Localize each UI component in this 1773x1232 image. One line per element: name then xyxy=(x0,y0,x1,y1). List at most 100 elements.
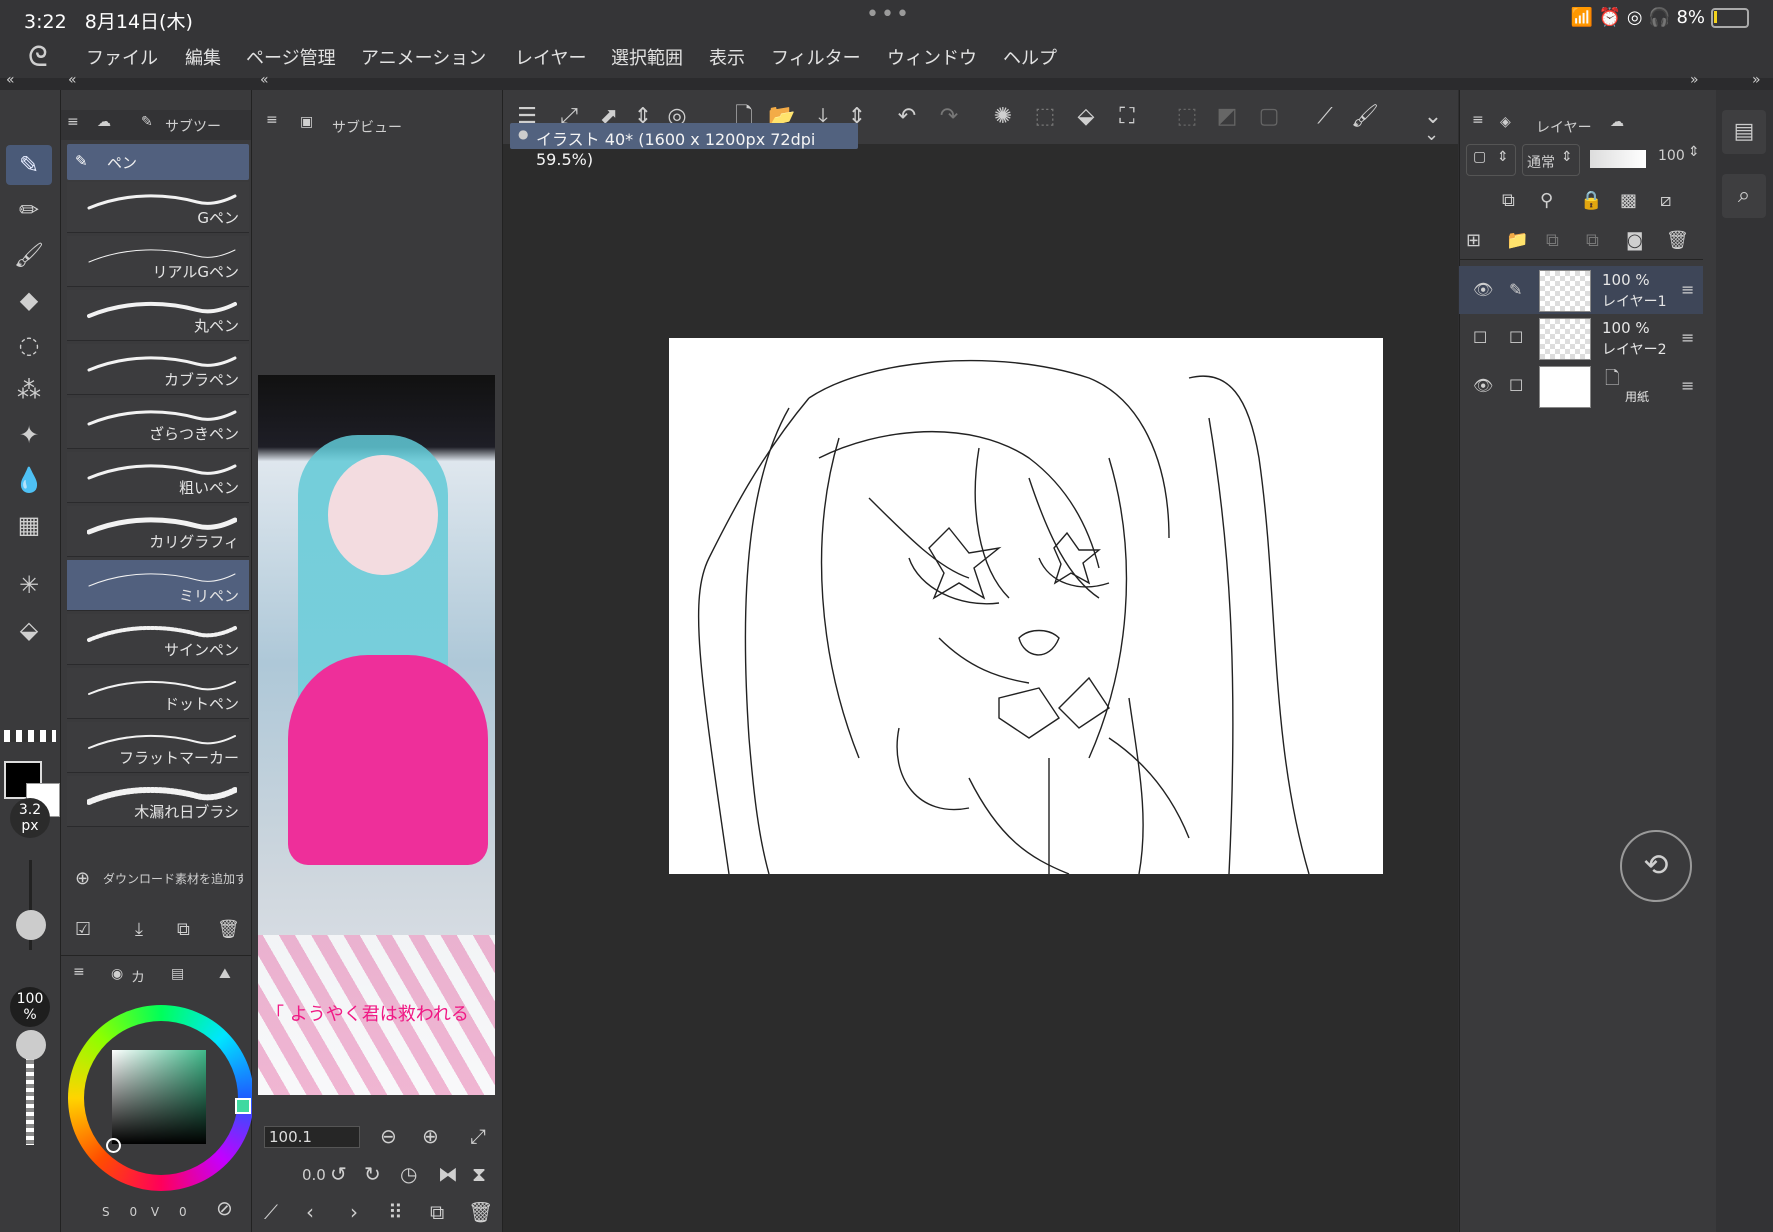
search-icon[interactable]: ⌕ xyxy=(1722,174,1766,218)
saturation-value-square[interactable] xyxy=(112,1050,206,1144)
zoom-out-icon[interactable]: ⊖ xyxy=(380,1124,397,1148)
eraser-tool-icon[interactable]: ◆ xyxy=(6,280,52,320)
import-icon[interactable]: ⤓ xyxy=(135,919,143,940)
color-history-tab-icon[interactable]: ▤ xyxy=(171,966,184,982)
reference-layer-icon[interactable]: ⚲ xyxy=(1540,190,1553,211)
brush-item[interactable]: リアルGペン xyxy=(67,236,249,287)
brush-item[interactable]: Gペン xyxy=(67,182,249,233)
menu-filter[interactable]: フィルター xyxy=(771,44,861,70)
menu-page[interactable]: ページ管理 xyxy=(246,44,336,70)
subview-zoom-field[interactable]: 100.1 xyxy=(264,1126,360,1148)
download-material-button[interactable]: ⊕ ダウンロード素材を追加す xyxy=(67,860,249,896)
collapse-right-icon[interactable]: » xyxy=(1690,72,1699,88)
menu-view[interactable]: 表示 xyxy=(709,44,745,70)
color-wheel-tab-icon[interactable]: ◉ xyxy=(111,966,123,982)
app-logo-icon[interactable]: ᘓ xyxy=(28,40,48,74)
import-image-icon[interactable]: ⧉ xyxy=(430,1200,444,1224)
multitask-dots-icon[interactable]: ••• xyxy=(866,2,911,27)
brush-tool-icon[interactable]: 🖌 xyxy=(6,235,52,275)
brush-item[interactable]: 粗いペン xyxy=(67,452,249,503)
grid-view-icon[interactable]: ⠿ xyxy=(388,1200,403,1224)
fill-icon[interactable]: ⬙ xyxy=(1070,102,1102,132)
transfer-down-icon[interactable]: ⧉ xyxy=(1546,230,1559,251)
chevron-down-icon[interactable]: ⌄ xyxy=(1424,124,1439,145)
reset-rotation-icon[interactable]: ◷ xyxy=(400,1162,417,1186)
brush-item[interactable]: フラットマーカー xyxy=(67,722,249,773)
duplicate-icon[interactable]: ⧉ xyxy=(177,919,190,940)
zoom-in-icon[interactable]: ⊕ xyxy=(422,1124,439,1148)
color-set-tab-icon[interactable]: ⛰ xyxy=(219,966,231,982)
panel-menu-icon[interactable]: ≡ xyxy=(67,114,79,130)
rotate-canvas-button[interactable]: ⟲ xyxy=(1620,830,1692,902)
clip-layer-icon[interactable]: ⧉ xyxy=(1502,190,1515,211)
brush-item[interactable]: 丸ペン xyxy=(67,290,249,341)
menu-file[interactable]: ファイル xyxy=(86,44,158,70)
new-raster-layer-icon[interactable]: ⊞ xyxy=(1466,230,1481,251)
selection-launcher-icon[interactable]: ✺ xyxy=(987,102,1019,132)
transform-icon[interactable]: ⛶ xyxy=(1111,102,1143,132)
lasso-tool-icon[interactable]: ◌ xyxy=(6,325,52,365)
subtool-group-header[interactable]: ✎ ペン xyxy=(67,144,249,180)
eyedropper-icon[interactable]: ⟋ xyxy=(264,1200,278,1224)
invert-selection-icon[interactable]: ◩ xyxy=(1211,102,1243,132)
collapse-right-icon[interactable]: » xyxy=(1752,72,1761,88)
editing-pen-icon[interactable]: ✎ xyxy=(1509,280,1522,299)
panel-menu-icon[interactable]: ≡ xyxy=(73,964,85,980)
tab-color[interactable]: カ xyxy=(131,967,145,987)
redo-icon[interactable]: ↷ xyxy=(933,102,965,132)
blend-tool-icon[interactable]: 💧 xyxy=(6,460,52,500)
drawing-canvas[interactable] xyxy=(669,338,1383,875)
subtool-tab-icon[interactable]: ✎ xyxy=(141,114,153,130)
fill-tool-icon[interactable]: ⬙ xyxy=(6,610,52,650)
ruler-snap-icon[interactable]: ⟋ xyxy=(1309,102,1341,132)
mask-icon[interactable]: ⧄ xyxy=(1660,190,1671,211)
brush-item[interactable]: ミリペン xyxy=(67,560,249,611)
sparkle-tool-icon[interactable]: ✳ xyxy=(6,565,52,605)
sv-picker-handle[interactable] xyxy=(106,1138,121,1153)
layer-menu-icon[interactable]: ≡ xyxy=(1681,280,1694,299)
flip-horizontal-icon[interactable]: ⧓ xyxy=(438,1162,458,1186)
fit-view-icon[interactable]: ⤢ xyxy=(470,1124,486,1148)
layer-row[interactable]: ☐ ☐ 100 % レイヤー2 ≡ xyxy=(1459,314,1703,362)
layer-menu-icon[interactable]: ≡ xyxy=(1681,328,1694,347)
collapse-left-icon[interactable]: « xyxy=(68,72,77,88)
layer-row[interactable]: 👁 ☐ 用紙 🗋 ≡ xyxy=(1459,362,1703,410)
undo-icon[interactable]: ↶ xyxy=(891,102,923,132)
layer-color-select[interactable]: ▢ ⇕ xyxy=(1466,144,1516,176)
tab-subview[interactable]: サブビュー xyxy=(332,117,402,137)
menu-animation[interactable]: アニメーション xyxy=(361,44,486,70)
color-mode-icon[interactable]: ⊘ xyxy=(216,1196,233,1220)
visibility-eye-icon[interactable]: 👁 xyxy=(1473,376,1493,395)
flip-vertical-icon[interactable]: ⧗ xyxy=(472,1162,486,1186)
grid-tool-icon[interactable]: ▦ xyxy=(6,505,52,545)
brush-item[interactable]: ドットペン xyxy=(67,668,249,719)
airbrush-tool-icon[interactable]: ⁂ xyxy=(6,370,52,410)
cloud-tab-icon[interactable]: ☁ xyxy=(1610,114,1624,130)
hue-picker-handle[interactable] xyxy=(235,1098,251,1114)
up-down-icon[interactable]: ⇕ xyxy=(1688,144,1700,160)
cloud-icon[interactable]: ☁ xyxy=(97,114,111,130)
trash-icon[interactable]: 🗑 xyxy=(468,1200,493,1224)
lock-checkbox-icon[interactable]: ☐ xyxy=(1509,328,1523,347)
merge-down-icon[interactable]: ⧉ xyxy=(1586,230,1599,251)
brush-item[interactable]: カリグラフィ xyxy=(67,506,249,557)
brush-item[interactable]: サインペン xyxy=(67,614,249,665)
layer-menu-icon[interactable]: ≡ xyxy=(1681,376,1694,395)
panel-menu-icon[interactable]: ≡ xyxy=(1472,112,1484,128)
menu-help[interactable]: ヘルプ xyxy=(1003,44,1057,70)
layer-row[interactable]: 👁 ✎ 100 % レイヤー1 ≡ xyxy=(1459,266,1703,314)
brush-item[interactable]: カブラペン xyxy=(67,344,249,395)
brush-size-slider-handle[interactable] xyxy=(16,910,46,940)
brush-item[interactable]: ざらつきペン xyxy=(67,398,249,449)
layers-tab-icon[interactable]: ◈ xyxy=(1500,114,1511,130)
panel-menu-icon[interactable]: ≡ xyxy=(266,112,278,128)
collapse-left-icon[interactable]: « xyxy=(6,72,15,88)
document-tab[interactable]: ● イラスト 40* (1600 x 1200px 72dpi 59.5%) xyxy=(510,123,858,169)
deselect-icon[interactable]: ⬚ xyxy=(1171,102,1203,132)
visibility-eye-icon[interactable]: 👁 xyxy=(1473,280,1493,299)
rotate-left-icon[interactable]: ↺ xyxy=(330,1162,347,1186)
panel-layout-icon[interactable]: ▤ xyxy=(1722,110,1766,154)
brush-snap-icon[interactable]: 🖌 xyxy=(1349,102,1381,132)
lock-transparent-icon[interactable]: ▩ xyxy=(1620,190,1637,211)
pencil-tool-icon[interactable]: ✏ xyxy=(6,190,52,230)
